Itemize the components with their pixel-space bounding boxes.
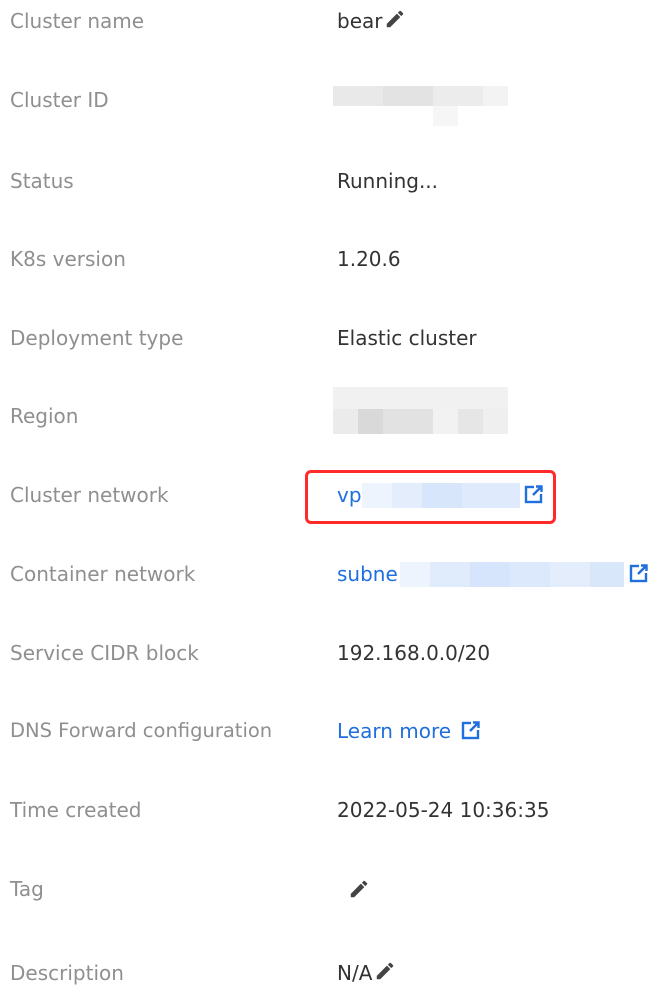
row-container-network: Container network subne xyxy=(0,554,649,594)
description-text: N/A xyxy=(337,961,373,985)
deployment-type-label: Deployment type xyxy=(10,326,184,350)
deployment-type-value: Elastic cluster xyxy=(337,326,477,350)
cluster-network-highlight xyxy=(305,470,556,524)
tag-label: Tag xyxy=(10,877,44,901)
row-tag: Tag xyxy=(0,869,649,909)
row-deployment-type: Deployment type Elastic cluster xyxy=(0,318,649,358)
status-label: Status xyxy=(10,169,74,193)
pencil-icon[interactable] xyxy=(348,878,370,905)
service-cidr-label: Service CIDR block xyxy=(10,641,199,665)
time-created-value: 2022-05-24 10:36:35 xyxy=(337,798,550,822)
cluster-name-value: bear xyxy=(337,1,406,43)
cluster-network-label: Cluster network xyxy=(10,483,169,507)
row-time-created: Time created 2022-05-24 10:36:35 xyxy=(0,790,649,830)
dns-forward-value: Learn more xyxy=(337,711,481,753)
row-description: Description N/A xyxy=(0,953,649,993)
description-value: N/A xyxy=(337,953,396,995)
row-cluster-id: Cluster ID xyxy=(0,80,649,126)
row-cluster-name: Cluster name bear xyxy=(0,1,649,41)
row-k8s-version: K8s version 1.20.6 xyxy=(0,239,649,279)
k8s-version-value: 1.20.6 xyxy=(337,247,401,271)
row-dns-forward: DNS Forward configuration Learn more xyxy=(0,711,649,751)
external-link-icon[interactable] xyxy=(461,713,481,753)
row-service-cidr: Service CIDR block 192.168.0.0/20 xyxy=(0,633,649,673)
pencil-icon[interactable] xyxy=(384,3,406,43)
row-region: Region xyxy=(0,387,649,436)
external-link-icon[interactable] xyxy=(629,563,649,587)
time-created-label: Time created xyxy=(10,798,142,822)
dns-forward-label: DNS Forward configuration xyxy=(10,719,273,742)
cluster-id-label: Cluster ID xyxy=(10,88,109,112)
cluster-name-label: Cluster name xyxy=(10,9,145,33)
cluster-name-text: bear xyxy=(337,9,383,33)
region-redacted xyxy=(333,387,508,437)
container-network-link[interactable]: subne xyxy=(337,554,398,594)
learn-more-link[interactable]: Learn more xyxy=(337,719,451,743)
status-value: Running... xyxy=(337,169,439,193)
row-status: Status Running... xyxy=(0,161,649,201)
tag-value xyxy=(346,878,370,905)
cluster-id-redacted xyxy=(333,86,508,126)
k8s-version-label: K8s version xyxy=(10,247,126,271)
container-network-label: Container network xyxy=(10,562,196,586)
region-label: Region xyxy=(10,404,79,428)
container-network-redacted xyxy=(400,562,624,587)
description-label: Description xyxy=(10,961,124,985)
service-cidr-value: 192.168.0.0/20 xyxy=(337,641,491,665)
